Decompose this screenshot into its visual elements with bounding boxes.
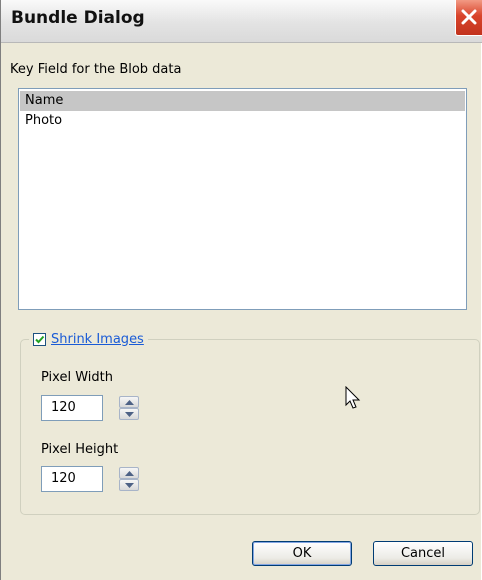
mouse-cursor-icon	[345, 385, 361, 414]
ok-button[interactable]: OK	[252, 541, 352, 566]
bundle-dialog-window: Bundle Dialog Key Field for the Blob dat…	[0, 0, 482, 580]
arrow-down-icon	[125, 412, 134, 417]
pixel-height-up-button[interactable]	[119, 467, 139, 479]
shrink-images-legend[interactable]: Shrink Images	[29, 329, 148, 349]
close-button[interactable]	[455, 0, 482, 36]
arrow-up-icon	[125, 400, 134, 405]
window-title: Bundle Dialog	[11, 8, 145, 28]
pixel-width-label: Pixel Width	[41, 370, 113, 385]
cancel-button[interactable]: Cancel	[373, 541, 473, 566]
shrink-images-checkbox[interactable]	[33, 332, 46, 346]
list-item-photo[interactable]: Photo	[20, 111, 465, 131]
pixel-height-label: Pixel Height	[41, 442, 119, 457]
pixel-width-spinner[interactable]	[119, 396, 139, 420]
key-field-listbox[interactable]: Name Photo	[18, 88, 467, 310]
list-item-name[interactable]: Name	[20, 91, 465, 111]
title-bar[interactable]: Bundle Dialog	[1, 0, 482, 43]
shrink-images-label[interactable]: Shrink Images	[51, 332, 144, 347]
checkmark-icon	[35, 335, 45, 343]
pixel-width-input[interactable]: 120	[41, 395, 103, 421]
pixel-width-down-button[interactable]	[119, 408, 139, 420]
pixel-height-spinner[interactable]	[119, 467, 139, 491]
arrow-down-icon	[125, 483, 134, 488]
arrow-up-icon	[125, 471, 134, 476]
key-field-label: Key Field for the Blob data	[10, 62, 182, 77]
pixel-height-input[interactable]: 120	[41, 466, 103, 492]
pixel-height-down-button[interactable]	[119, 479, 139, 491]
pixel-width-up-button[interactable]	[119, 396, 139, 408]
